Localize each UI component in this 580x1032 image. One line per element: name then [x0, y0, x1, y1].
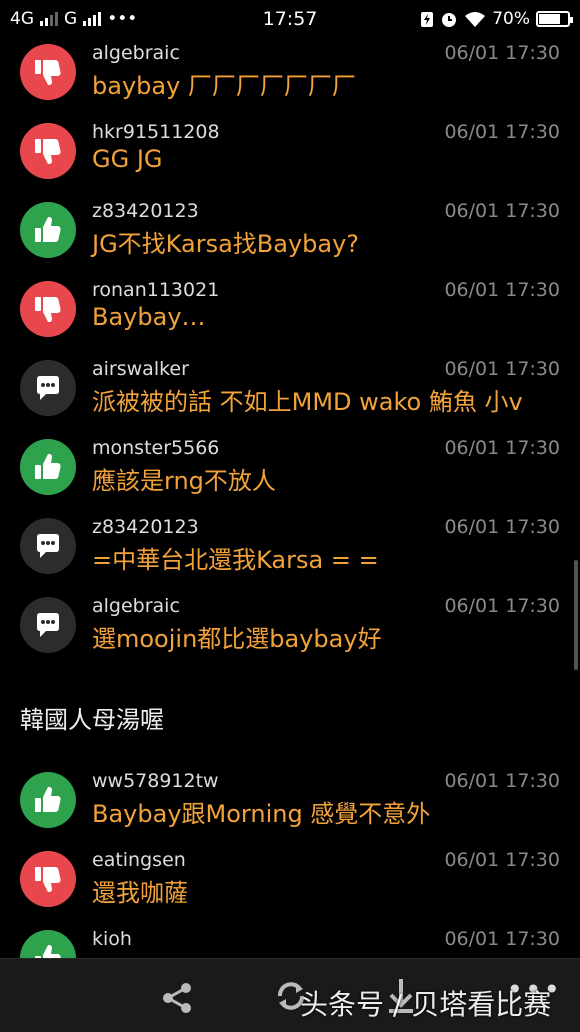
- signal2-icon: [83, 12, 102, 26]
- comment-list[interactable]: algebraic 06/01 17:30 baybay 厂厂厂厂厂厂厂 hkr915…: [0, 38, 580, 1003]
- alarm-icon: [442, 13, 457, 27]
- comment-timestamp: 06/01 17:30: [444, 200, 560, 222]
- battery-percent: 70%: [492, 9, 530, 29]
- comment-group-top: algebraic 06/01 17:30 baybay 厂厂厂厂厂厂厂 hkr915…: [0, 38, 580, 670]
- comment-username[interactable]: algebraic: [92, 42, 180, 64]
- bottom-toolbar: ••• 头条号 / 贝塔看比赛: [0, 958, 580, 1032]
- comment-username[interactable]: hkr91511208: [92, 121, 220, 143]
- comment-username[interactable]: algebraic: [92, 595, 180, 617]
- comment-text: baybay 厂厂厂厂厂厂厂: [92, 72, 356, 100]
- thumbs-up-icon: [20, 202, 76, 258]
- comment-item[interactable]: algebraic 06/01 17:30 選moojin都比選baybay好: [0, 591, 580, 670]
- watermark: 头条号 / 贝塔看比赛: [300, 988, 552, 1021]
- section-comment: 韓國人母湯喔: [0, 670, 580, 766]
- signal-icon: [40, 12, 58, 26]
- comment-item[interactable]: hkr91511208 06/01 17:30 GG JG: [0, 117, 580, 196]
- share-icon[interactable]: [160, 981, 194, 1015]
- chat-bubble-icon: [20, 597, 76, 653]
- comment-item[interactable]: z83420123 06/01 17:30 JG不找Karsa找Baybay?: [0, 196, 580, 275]
- comment-timestamp: 06/01 17:30: [444, 437, 560, 459]
- comment-text: Baybay跟Morning 感覺不意外: [92, 800, 431, 828]
- comment-username[interactable]: z83420123: [92, 516, 199, 538]
- comment-username[interactable]: airswalker: [92, 358, 189, 380]
- battery-icon: [536, 11, 573, 27]
- status-dots: •••: [107, 9, 138, 29]
- comment-item[interactable]: z83420123 06/01 17:30 =中華台北還我Karsa = =: [0, 512, 580, 591]
- chat-bubble-icon: [20, 360, 76, 416]
- status-bar: 4G G ••• 17:57 70%: [0, 0, 580, 38]
- comment-text: 派被被的話 不如上MMD wako 鮪魚 小v: [92, 388, 523, 416]
- battery-saver-icon: [421, 12, 434, 27]
- wifi-icon: [465, 12, 486, 27]
- status-time: 17:57: [262, 8, 318, 30]
- comment-username[interactable]: eatingsen: [92, 849, 186, 871]
- comment-timestamp: 06/01 17:30: [444, 595, 560, 617]
- thumbs-down-icon: [20, 123, 76, 179]
- comment-timestamp: 06/01 17:30: [444, 279, 560, 301]
- network-label: 4G: [10, 9, 34, 29]
- comment-item[interactable]: eatingsen 06/01 17:30 還我咖薩: [0, 845, 580, 924]
- comment-timestamp: 06/01 17:30: [444, 770, 560, 792]
- comment-timestamp: 06/01 17:30: [444, 42, 560, 64]
- comment-username[interactable]: monster5566: [92, 437, 219, 459]
- comment-username[interactable]: z83420123: [92, 200, 199, 222]
- status-right: 70%: [420, 9, 573, 29]
- comment-timestamp: 06/01 17:30: [444, 358, 560, 380]
- comment-username[interactable]: kioh: [92, 928, 132, 950]
- comment-text: Baybay…: [92, 303, 206, 331]
- comment-item[interactable]: ww578912tw 06/01 17:30 Baybay跟Morning 感覺不意…: [0, 766, 580, 845]
- comment-item[interactable]: airswalker 06/01 17:30 派被被的話 不如上MMD wako 鮪…: [0, 354, 580, 433]
- network2-label: G: [64, 9, 78, 29]
- comment-text: 應該是rng不放人: [92, 467, 276, 495]
- comment-item[interactable]: algebraic 06/01 17:30 baybay 厂厂厂厂厂厂厂: [0, 38, 580, 117]
- thumbs-down-icon: [20, 281, 76, 337]
- comment-timestamp: 06/01 17:30: [444, 849, 560, 871]
- thumbs-down-icon: [20, 851, 76, 907]
- chat-bubble-icon: [20, 518, 76, 574]
- thumbs-up-icon: [20, 772, 76, 828]
- thumbs-up-icon: [20, 439, 76, 495]
- comment-text: 還我咖薩: [92, 879, 188, 907]
- comment-timestamp: 06/01 17:30: [444, 928, 560, 950]
- scrollbar[interactable]: [574, 560, 578, 670]
- comment-text: GG JG: [92, 145, 163, 173]
- section-text: 韓國人母湯喔: [20, 706, 164, 734]
- comment-text: 選moojin都比選baybay好: [92, 625, 382, 653]
- comment-text: JG不找Karsa找Baybay?: [92, 230, 360, 258]
- comment-timestamp: 06/01 17:30: [444, 516, 560, 538]
- thumbs-down-icon: [20, 44, 76, 100]
- comment-item[interactable]: ronan113021 06/01 17:30 Baybay…: [0, 275, 580, 354]
- status-left: 4G G •••: [10, 9, 137, 29]
- comment-username[interactable]: ronan113021: [92, 279, 219, 301]
- comment-text: =中華台北還我Karsa = =: [92, 546, 379, 574]
- comment-timestamp: 06/01 17:30: [444, 121, 560, 143]
- comment-username[interactable]: ww578912tw: [92, 770, 219, 792]
- comment-item[interactable]: monster5566 06/01 17:30 應該是rng不放人: [0, 433, 580, 512]
